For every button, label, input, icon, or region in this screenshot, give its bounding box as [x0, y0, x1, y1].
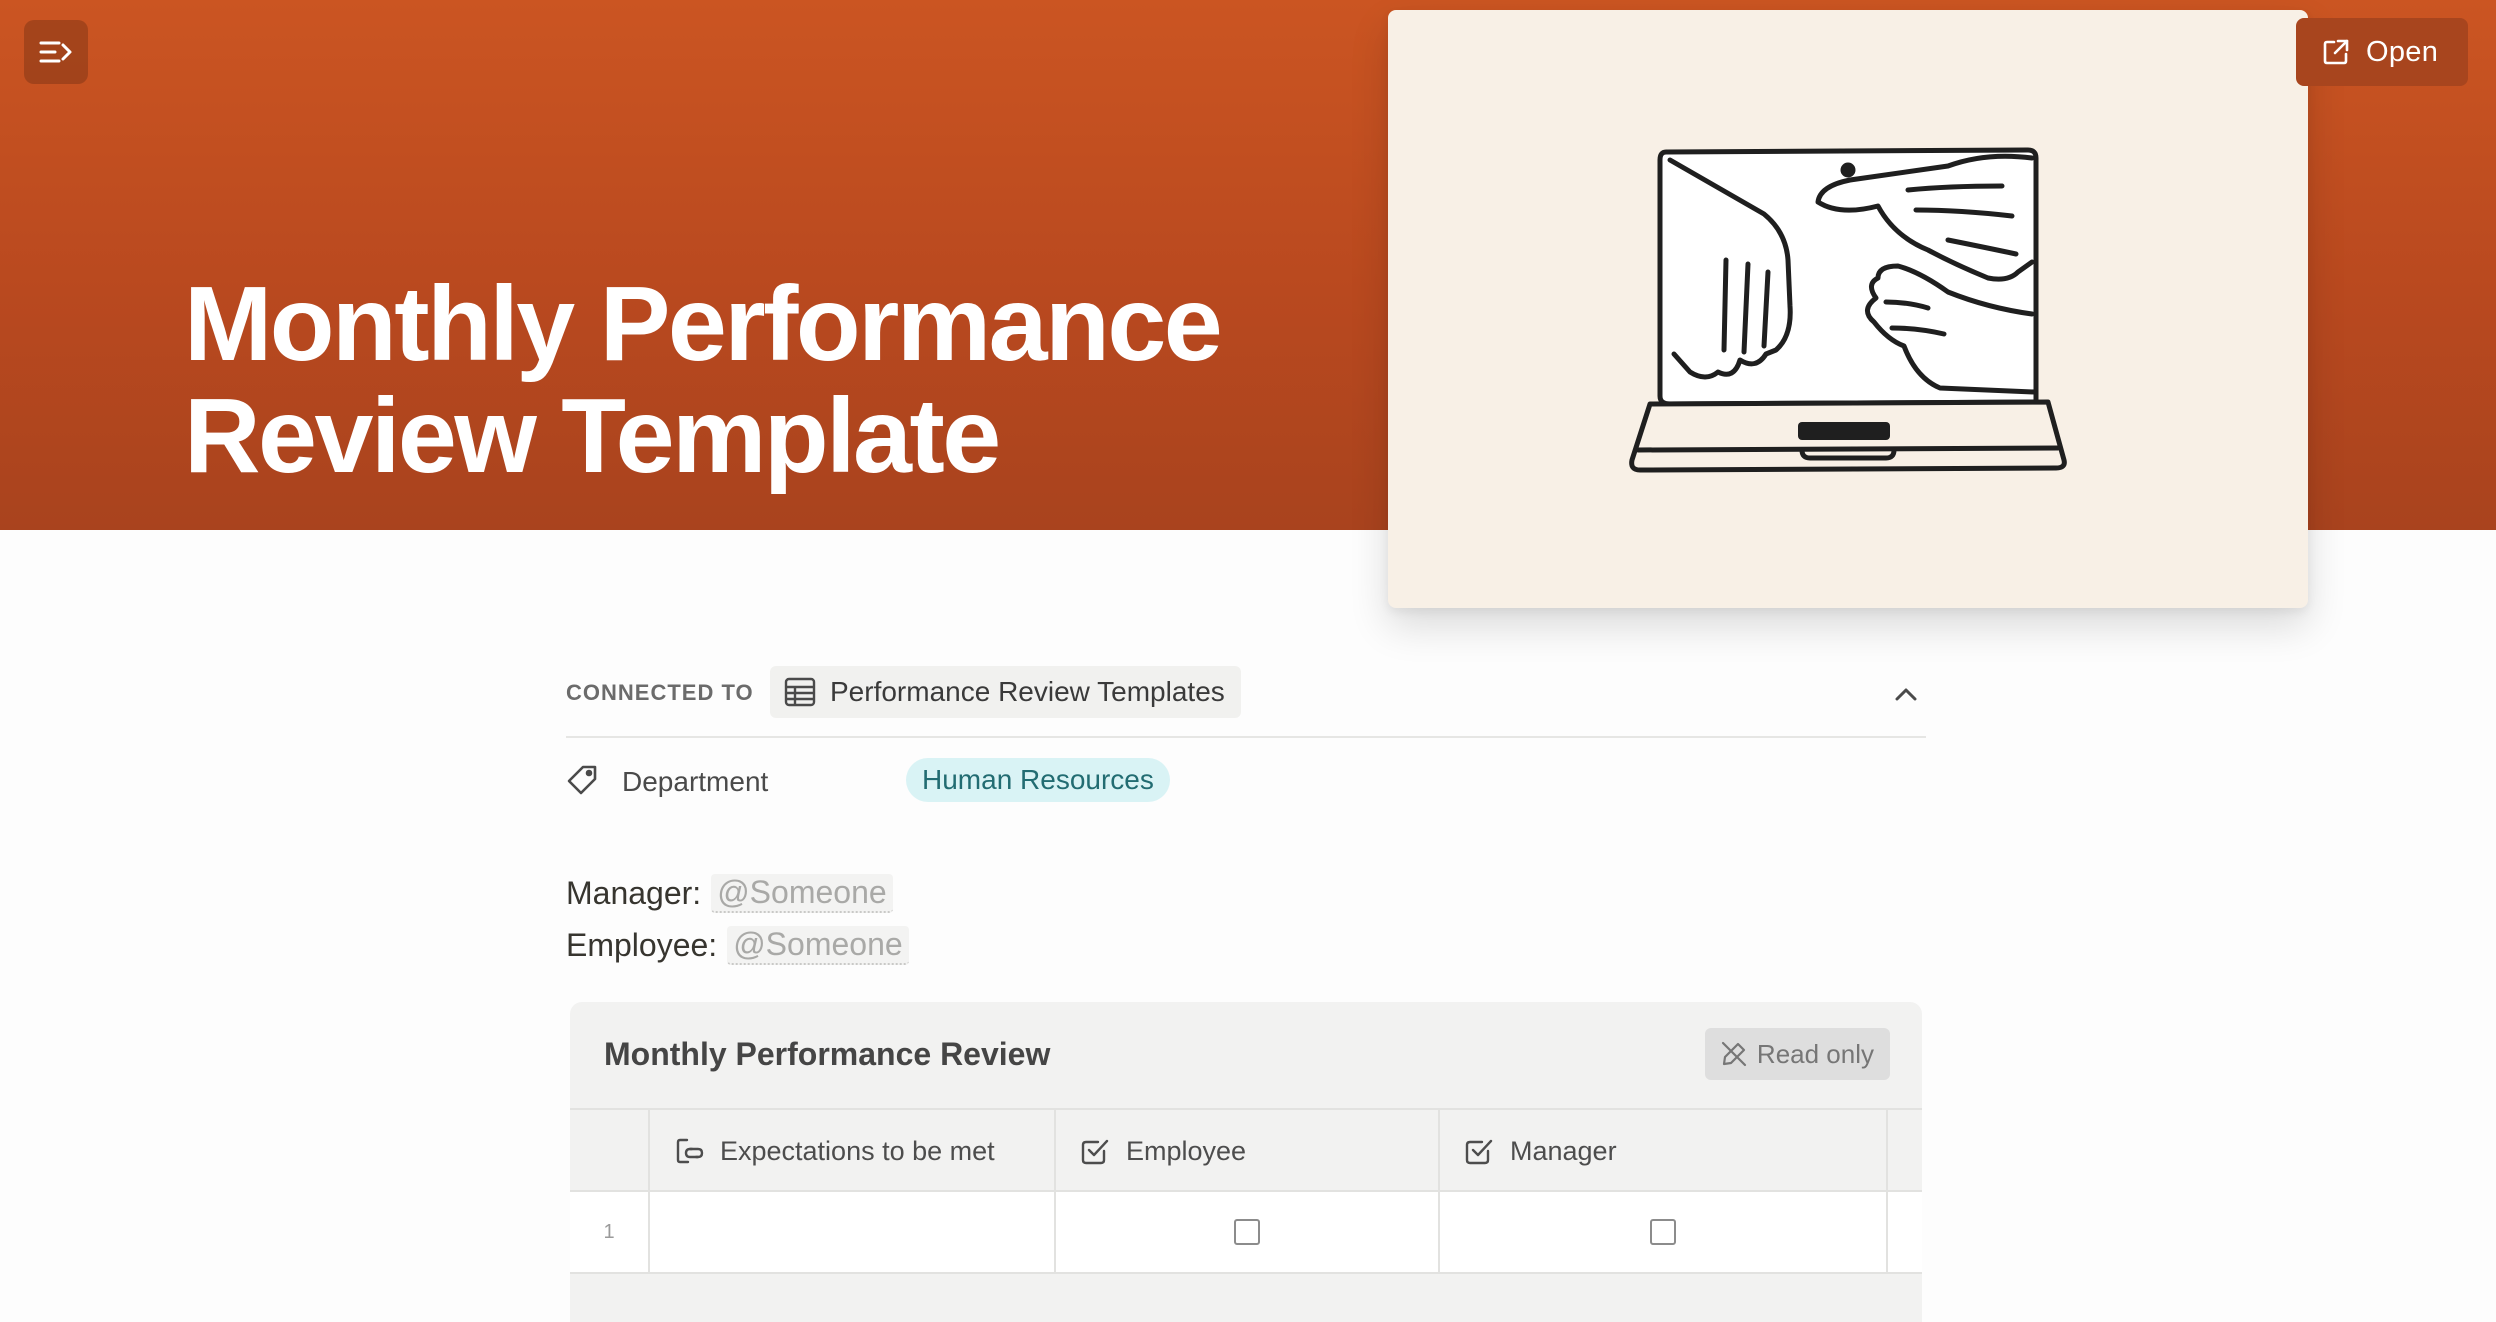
employee-checkbox[interactable] — [1234, 1219, 1260, 1245]
properties-panel: CONNECTED TO Performance Review Template… — [566, 664, 1926, 802]
property-department: Department Human Resources — [566, 756, 1926, 806]
cell-manager — [1440, 1192, 1888, 1272]
external-link-icon — [2323, 39, 2349, 65]
connected-to-label: CONNECTED TO — [566, 680, 754, 705]
database-name: Performance Review Templates — [830, 676, 1225, 707]
column-label-expectations: Expectations to be met — [720, 1135, 995, 1166]
manager-checkbox[interactable] — [1650, 1219, 1676, 1245]
tag-icon — [567, 765, 597, 795]
table-icon — [784, 677, 816, 707]
header-corner — [570, 1110, 650, 1192]
header-filler — [1888, 1110, 1922, 1192]
open-button-label: Open — [2366, 35, 2439, 68]
column-header-expectations[interactable]: Expectations to be met — [650, 1110, 1056, 1192]
manager-mention[interactable]: @Someone — [711, 874, 893, 913]
cover-image — [1388, 10, 2308, 608]
read-only-button[interactable]: Read only — [1704, 1028, 1890, 1080]
column-label-manager: Manager — [1510, 1135, 1617, 1166]
pencil-slash-icon — [1721, 1041, 1747, 1067]
chevron-up-icon — [1895, 688, 1917, 701]
table-header-row: Expectations to be met Employee Manager — [570, 1108, 1922, 1192]
checkbox-icon — [1465, 1139, 1493, 1165]
manager-line: Manager: @Someone — [566, 874, 893, 913]
employee-label: Employee: — [566, 927, 718, 963]
column-header-manager[interactable]: Manager — [1440, 1110, 1888, 1192]
property-name-department: Department — [622, 766, 769, 797]
employee-mention[interactable]: @Someone — [727, 926, 909, 965]
column-header-employee[interactable]: Employee — [1056, 1110, 1440, 1192]
column-label-employee: Employee — [1126, 1135, 1247, 1166]
properties-divider — [566, 736, 1926, 738]
row-number: 1 — [570, 1192, 650, 1272]
table-row: 1 — [570, 1190, 1922, 1274]
database-link[interactable]: Performance Review Templates — [770, 666, 1241, 718]
employee-line: Employee: @Someone — [566, 926, 909, 965]
checkbox-icon — [1081, 1139, 1109, 1165]
page-title: Monthly Performance Review Template — [184, 265, 1223, 495]
row-filler — [1888, 1192, 1922, 1272]
sidebar-toggle-icon — [39, 41, 72, 63]
collapse-properties-button[interactable] — [1886, 674, 1926, 714]
cell-expectation[interactable] — [650, 1192, 1056, 1272]
open-button[interactable]: Open — [2296, 18, 2468, 86]
table-title: Monthly Performance Review — [604, 1036, 1051, 1072]
cell-employee — [1056, 1192, 1440, 1272]
manager-label: Manager: — [566, 875, 702, 911]
laptop-hands-illustration — [1629, 147, 2067, 473]
department-tag[interactable]: Human Resources — [906, 758, 1170, 802]
link-icon — [676, 1138, 704, 1164]
read-only-label: Read only — [1756, 1038, 1874, 1069]
sidebar-toggle-button[interactable] — [24, 20, 88, 84]
connected-to-row: CONNECTED TO Performance Review Template… — [566, 664, 1926, 738]
review-table: Monthly Performance Review Read only Exp… — [570, 1002, 1922, 1322]
